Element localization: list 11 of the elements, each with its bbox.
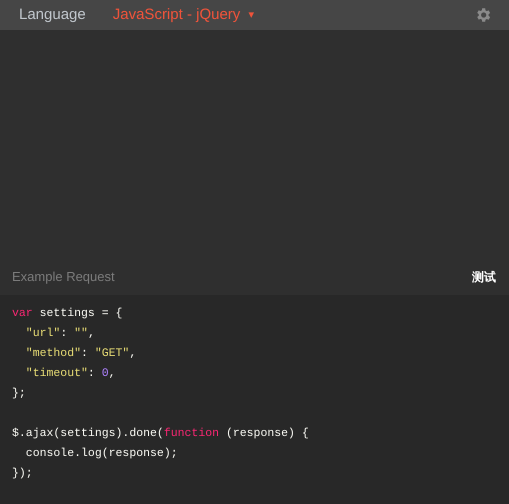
code-line: "timeout": 0,	[24, 367, 116, 380]
code-line: $.ajax(settings).done(function (response) {	[12, 427, 309, 440]
code-line: };	[12, 387, 26, 400]
test-button[interactable]: 测试	[472, 268, 496, 286]
section-title: Example Request	[12, 268, 115, 286]
code-line: "method": "GET",	[24, 347, 136, 360]
code-line: console.log(response);	[24, 447, 178, 460]
code-line: var settings = {	[12, 307, 122, 320]
language-label: Language	[19, 4, 86, 24]
code-line: });	[12, 467, 33, 480]
code-line: "url": "",	[24, 327, 95, 340]
